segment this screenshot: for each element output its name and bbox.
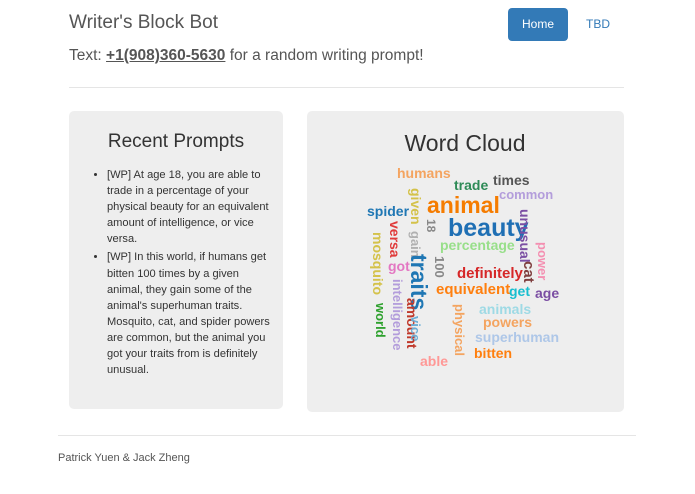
cloud-word-intelligence: intelligence [390,279,405,351]
cloud-word-times: times [493,172,530,188]
page-header: Writer's Block Bot Text: +1(908)360-5630… [69,0,624,88]
phone-number: +1(908)360-5630 [106,47,226,64]
top-nav: Home TBD [507,8,624,41]
cloud-words: humans timestradecommongiven animalspiderb… [367,165,559,369]
cloud-word-superhuman: superhuman [475,329,559,345]
cloud-word-18: 18 [424,219,438,233]
cloud-word-vice: vice [408,316,423,341]
cloud-word-unusual: unusual [517,209,533,263]
cloud-word-versa: versa [387,221,403,258]
word-cloud-title: Word Cloud [404,130,525,156]
cloud-word-mosquito: mosquito [370,232,386,295]
subtitle-suffix: for a random writing prompt! [225,47,424,64]
cloud-word-given: given [408,188,424,225]
cloud-word-common: common [499,187,553,202]
cloud-word-trade: trade [454,177,488,193]
recent-prompts-title: Recent Prompts [107,131,245,152]
nav-home-link[interactable]: Home [507,8,568,41]
cloud-word-100: 100 [432,256,447,278]
word-cloud: Word Cloud humans timestradecommongiven an… [367,130,559,369]
footer-credits: Patrick Yuen & Jack Zheng [58,452,190,464]
site-title: Writer's Block Bot [69,12,218,33]
prompt-item: [WP] At age 18, you are able to trade in… [107,167,273,247]
word-cloud-panel: Word Cloud humans times trade common given an… [307,111,624,412]
subtitle: Text: +1(908)360-5630 for a random writi… [69,47,424,65]
cloud-word-definitely: definitely [457,265,524,282]
cloud-word-percentage: percentage [440,237,515,253]
cloud-word-powers: powers [483,314,532,330]
nav-tbd-link[interactable]: TBD [572,8,624,41]
cloud-word-spider: spider [367,203,410,219]
cloud-word-bitten: bitten [474,345,512,361]
prompt-list: [WP] At age 18, you are able to trade in… [107,167,273,378]
subtitle-prefix: Text: [69,47,107,64]
cloud-word-cat: cat [520,261,537,283]
cloud-word-get: get [509,283,530,299]
cloud-word-world: world [373,302,388,338]
cloud-word-physical: physical [452,304,467,356]
cloud-word-equivalent: equivalent [436,281,510,298]
prompt-item: [WP] In this world, if humans get bitten… [107,249,273,378]
cloud-word-able: able [420,353,448,369]
cloud-word-humans: humans [397,165,451,181]
cloud-word-age: age [535,285,559,301]
recent-prompts-panel: Recent Prompts [WP] At age 18, you are a… [69,111,283,409]
footer-divider [58,435,636,436]
